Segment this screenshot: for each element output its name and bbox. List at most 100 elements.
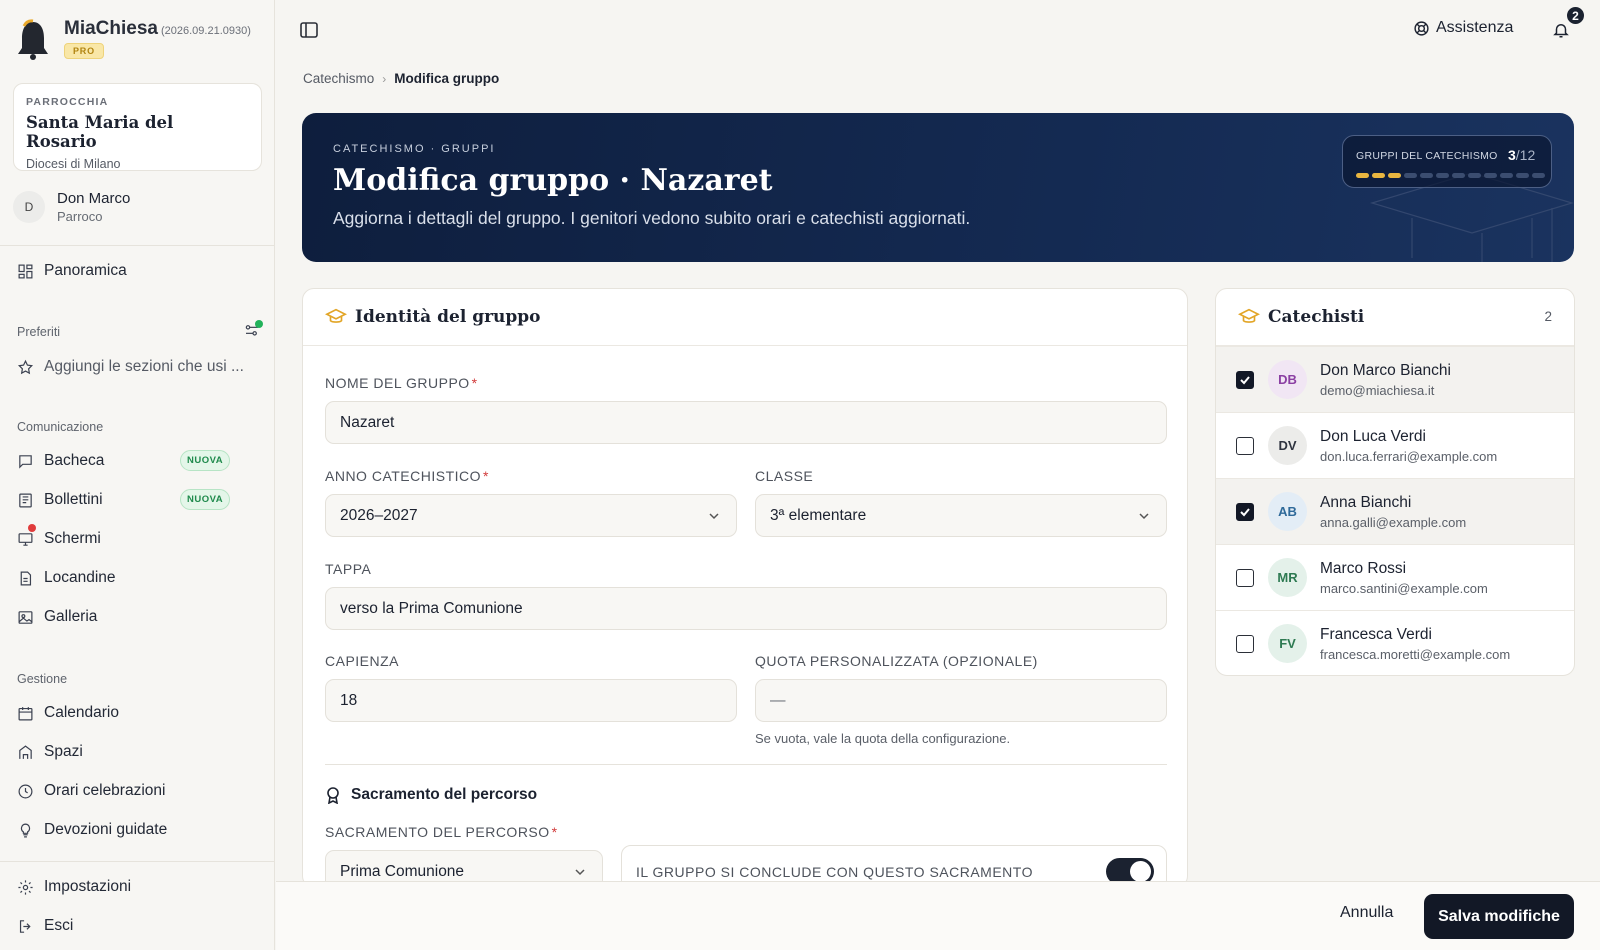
switch-knob <box>1130 861 1151 882</box>
check-icon <box>1240 375 1250 384</box>
cancel-button[interactable]: Annulla <box>1340 904 1393 922</box>
catechist-checkbox[interactable] <box>1236 568 1254 587</box>
class-label: CLASSE <box>755 468 814 484</box>
lifebuoy-icon <box>1414 20 1429 36</box>
sidebar-item-label: Impostazioni <box>44 878 132 895</box>
catechist-checkbox[interactable] <box>1236 502 1254 521</box>
progress-segment <box>1372 173 1385 178</box>
sacrament-label: SACRAMENTO DEL PERCORSO * <box>325 824 558 840</box>
progress-segment <box>1468 173 1481 178</box>
sidebar-item-impostazioni[interactable]: Impostazioni <box>17 874 131 900</box>
sidebar-item-locandine[interactable]: Locandine <box>17 565 116 591</box>
progress-segment <box>1516 173 1529 178</box>
communication-section-title: Comunicazione <box>17 420 104 434</box>
sidebar-item-bollettini[interactable]: Bollettini <box>17 487 103 513</box>
catechist-email: anna.galli@example.com <box>1320 514 1467 530</box>
sidebar-item-overview[interactable]: Panoramica <box>17 258 127 284</box>
alert-dot <box>28 524 36 532</box>
avatar: DV <box>1268 426 1307 465</box>
sidebar-item-esci[interactable]: Esci <box>17 913 73 939</box>
progress-segment <box>1436 173 1449 178</box>
avatar: AB <box>1268 492 1307 531</box>
avatar: DB <box>1268 360 1307 399</box>
bell-logo-icon <box>18 19 48 60</box>
progress-segment <box>1356 173 1369 178</box>
stage-label: TAPPA <box>325 561 372 577</box>
avatar: MR <box>1268 558 1307 597</box>
assist-label: Assistenza <box>1436 19 1514 36</box>
management-section-title: Gestione <box>17 672 68 686</box>
sidebar-toggle-icon[interactable] <box>300 22 318 38</box>
sidebar-item-label: Spazi <box>44 743 83 760</box>
catechist-email: don.luca.ferrari@example.com <box>1320 448 1498 464</box>
class-select[interactable]: 3ª elementare <box>755 494 1167 537</box>
ribbon-icon <box>327 787 339 804</box>
catechist-checkbox[interactable] <box>1236 634 1254 653</box>
progress-segment <box>1388 173 1401 178</box>
catechist-name: Don Luca Verdi <box>1320 427 1426 445</box>
catechists-count: 2 <box>1544 309 1552 324</box>
fee-input[interactable]: — <box>755 679 1167 722</box>
group-identity-card: Identità del gruppo NOME DEL GRUPPO * Naz… <box>302 288 1188 888</box>
stage-input[interactable]: verso la Prima Comunione <box>325 587 1167 630</box>
chevron-down-icon <box>1139 513 1149 520</box>
check-icon <box>1240 507 1250 516</box>
catechist-checkbox[interactable] <box>1236 370 1254 389</box>
building-icon <box>19 744 32 759</box>
favorites-add[interactable]: Aggiungi le sezioni che usi ... <box>17 354 244 380</box>
save-button[interactable]: Salva modifiche <box>1424 894 1574 939</box>
logout-icon <box>19 919 31 933</box>
capacity-input[interactable]: 18 <box>325 679 737 722</box>
year-select-value: 2026–2027 <box>340 506 418 524</box>
catechist-row[interactable]: AB Anna Bianchi anna.galli@example.com <box>1216 478 1574 544</box>
concludes-label: IL GRUPPO SI CONCLUDE CON QUESTO SACRAME… <box>636 864 1033 880</box>
page-title: Modifica gruppo · Nazaret <box>333 163 773 198</box>
catechist-row[interactable]: MR Marco Rossi marco.santini@example.com <box>1216 544 1574 610</box>
assist-button[interactable]: Assistenza <box>1413 19 1513 37</box>
page-hero: CATECHISMO · GRUPPI Modifica gruppo · Na… <box>302 113 1574 262</box>
sacrament-section-title: Sacramento del percorso <box>325 786 537 804</box>
sidebar-item-label: Locandine <box>44 569 116 586</box>
card-title: Catechisti <box>1268 307 1365 327</box>
year-select[interactable]: 2026–2027 <box>325 494 737 537</box>
sidebar-item-devozioni[interactable]: Devozioni guidate <box>17 817 167 843</box>
catechist-name: Don Marco Bianchi <box>1320 361 1451 379</box>
progress-segment <box>1452 173 1465 178</box>
catechist-row[interactable]: DB Don Marco Bianchi demo@miachiesa.it <box>1216 346 1574 412</box>
catechist-email: francesca.moretti@example.com <box>1320 646 1511 662</box>
progress-segment <box>1404 173 1417 178</box>
sidebar-item-label: Orari celebrazioni <box>44 782 166 799</box>
progress-segment <box>1420 173 1433 178</box>
newspaper-icon <box>19 493 32 507</box>
new-badge: NUOVA <box>180 489 231 510</box>
file-icon <box>20 571 32 585</box>
sidebar-item-bacheca[interactable]: Bacheca <box>17 448 104 474</box>
brand[interactable]: MiaChiesa (2026.09.21.0930) PRO <box>16 18 251 60</box>
catechist-row[interactable]: DV Don Luca Verdi don.luca.ferrari@example… <box>1216 412 1574 478</box>
catechist-row[interactable]: FV Francesca Verdi francesca.moretti@examp… <box>1216 610 1574 675</box>
parish-diocese: Diocesi di Milano <box>26 157 121 171</box>
sidebar-item-label: Panoramica <box>44 262 127 279</box>
favorites-section-title: Preferiti <box>17 325 61 339</box>
catechist-name: Francesca Verdi <box>1320 625 1432 643</box>
class-select-value: 3ª elementare <box>770 506 867 524</box>
sidebar: MiaChiesa (2026.09.21.0930) PRO PARROCCHI… <box>0 0 275 950</box>
sidebar-item-spazi[interactable]: Spazi <box>17 739 83 765</box>
breadcrumb-parent[interactable]: Catechismo <box>303 71 374 86</box>
avatar: D <box>13 191 45 223</box>
catechist-checkbox[interactable] <box>1236 436 1254 455</box>
chevron-down-icon <box>575 869 585 876</box>
year-label: ANNO CATECHISTICO * <box>325 468 489 484</box>
sidebar-item-orari[interactable]: Orari celebrazioni <box>17 778 165 804</box>
group-name-input[interactable]: Nazaret <box>325 401 1167 444</box>
new-badge: NUOVA <box>180 450 231 471</box>
sidebar-item-calendario[interactable]: Calendario <box>17 700 119 726</box>
parish-kicker: PARROCCHIA <box>26 96 109 108</box>
user-profile[interactable]: D Don Marco Parroco <box>13 190 130 224</box>
sidebar-divider <box>0 245 275 246</box>
brand-name: MiaChiesa <box>64 18 158 39</box>
clock-icon <box>18 784 33 798</box>
sidebar-item-galleria[interactable]: Galleria <box>17 604 97 630</box>
parish-card[interactable]: PARROCCHIA Santa Maria del Rosario Dioce… <box>13 83 262 171</box>
section-divider <box>325 764 1167 765</box>
